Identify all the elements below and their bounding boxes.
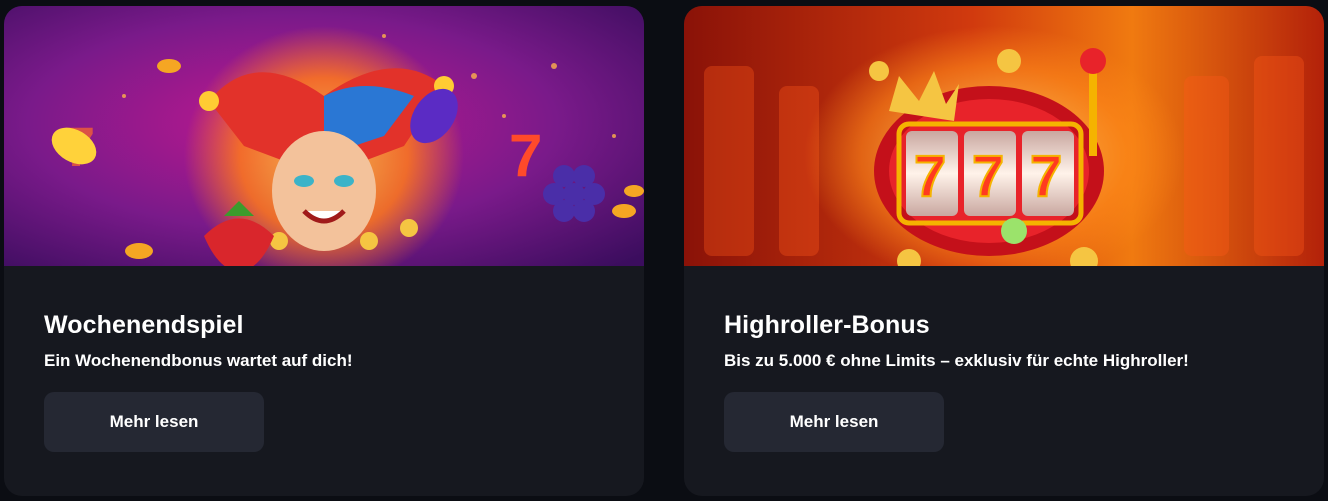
read-more-button[interactable]: Mehr lesen [724,392,944,452]
promo-description: Ein Wochenendbonus wartet auf dich! [44,351,353,370]
promo-card-highroller: 7 7 7 Highroller-Bonus Bis zu 5.000 € oh… [684,6,1324,496]
promo-card-body: Wochenendspiel Ein Wochenendbonus wartet… [4,266,644,452]
promo-banner-slot-machine: 7 7 7 [684,6,1324,266]
promo-card-weekend: 7 7 [4,6,644,496]
promo-description: Bis zu 5.000 € ohne Limits – exklusiv fü… [724,351,1189,370]
svg-text:7: 7 [972,144,1004,209]
777-slot-machine-illustration: 7 7 7 [684,6,1324,266]
promo-title: Wochenendspiel [44,311,244,339]
promo-banner-jester: 7 7 [4,6,644,266]
promo-title: Highroller-Bonus [724,311,930,339]
jester-slot-illustration: 7 7 [4,6,644,266]
promotions-list: 7 7 [0,0,1328,501]
svg-text:7: 7 [1030,144,1062,209]
svg-text:7: 7 [509,122,542,189]
promo-card-body: Highroller-Bonus Bis zu 5.000 € ohne Lim… [684,266,1324,452]
svg-text:7: 7 [914,144,946,209]
read-more-button[interactable]: Mehr lesen [44,392,264,452]
